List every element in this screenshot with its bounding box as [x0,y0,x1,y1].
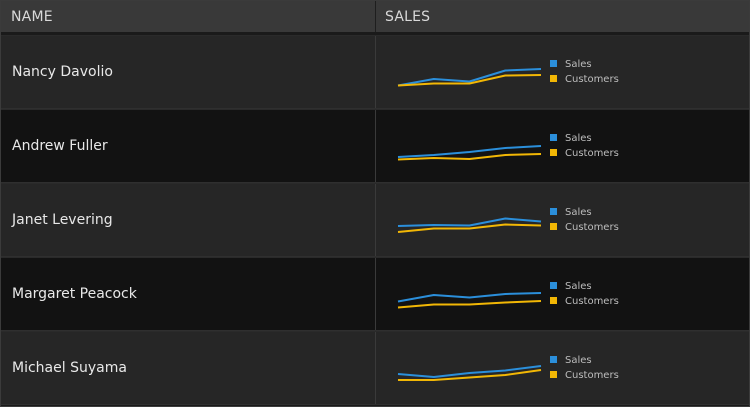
legend-swatch-customers [550,149,557,156]
series-line-sales [397,365,542,378]
column-header-sales[interactable]: SALES [376,1,749,32]
employee-name-cell: Michael Suyama [1,332,376,404]
sales-sparkline-cell: Sales Customers [376,36,749,108]
grid-header: NAME SALES [1,1,749,35]
series-line-customers [397,74,542,87]
sales-sparkline-cell: Sales Customers [376,332,749,404]
legend-swatch-customers [550,75,557,82]
employee-name-cell: Janet Levering [1,184,376,256]
legend-swatch-customers [550,223,557,230]
legend-label-customers: Customers [565,74,619,85]
legend-label-customers: Customers [565,222,619,233]
legend-swatch-sales [550,208,557,215]
employee-name-cell: Andrew Fuller [1,110,376,182]
table-row[interactable]: Janet Levering Sales Customers [1,183,749,257]
table-row[interactable]: Nancy Davolio Sales Customers [1,35,749,109]
legend-swatch-customers [550,371,557,378]
employee-name-cell: Margaret Peacock [1,258,376,330]
legend-label-sales: Sales [565,133,592,144]
legend-swatch-sales [550,134,557,141]
legend-swatch-customers [550,297,557,304]
column-header-name[interactable]: NAME [1,1,376,32]
legend-swatch-sales [550,60,557,67]
legend-label-sales: Sales [565,355,592,366]
series-line-sales [397,292,542,303]
employee-name-cell: Nancy Davolio [1,36,376,108]
legend-swatch-sales [550,356,557,363]
series-line-customers [397,300,542,309]
legend-label-sales: Sales [565,207,592,218]
sales-sparkline-cell: Sales Customers [376,110,749,182]
sales-sparkline-cell: Sales Customers [376,258,749,330]
sparkline-chart: Sales Customers [397,133,619,161]
legend-label-customers: Customers [565,370,619,381]
legend-label-sales: Sales [565,281,592,292]
table-row[interactable]: Andrew Fuller Sales Customers [1,109,749,183]
sparkline-chart: Sales Customers [397,59,619,87]
sparkline-chart: Sales Customers [397,355,619,381]
sparkline-chart: Sales Customers [397,281,619,309]
legend-label-customers: Customers [565,148,619,159]
sparkline-chart: Sales Customers [397,207,619,233]
legend-swatch-sales [550,282,557,289]
grid-body: Nancy Davolio Sales Customers Andrew Fuller… [1,35,749,406]
table-row[interactable]: Margaret Peacock Sales Customers [1,257,749,331]
legend-label-customers: Customers [565,296,619,307]
employee-sales-grid: NAME SALES Nancy Davolio Sales Customers An… [0,0,750,407]
table-row[interactable]: Michael Suyama Sales Customers [1,331,749,405]
sales-sparkline-cell: Sales Customers [376,184,749,256]
legend-label-sales: Sales [565,59,592,70]
